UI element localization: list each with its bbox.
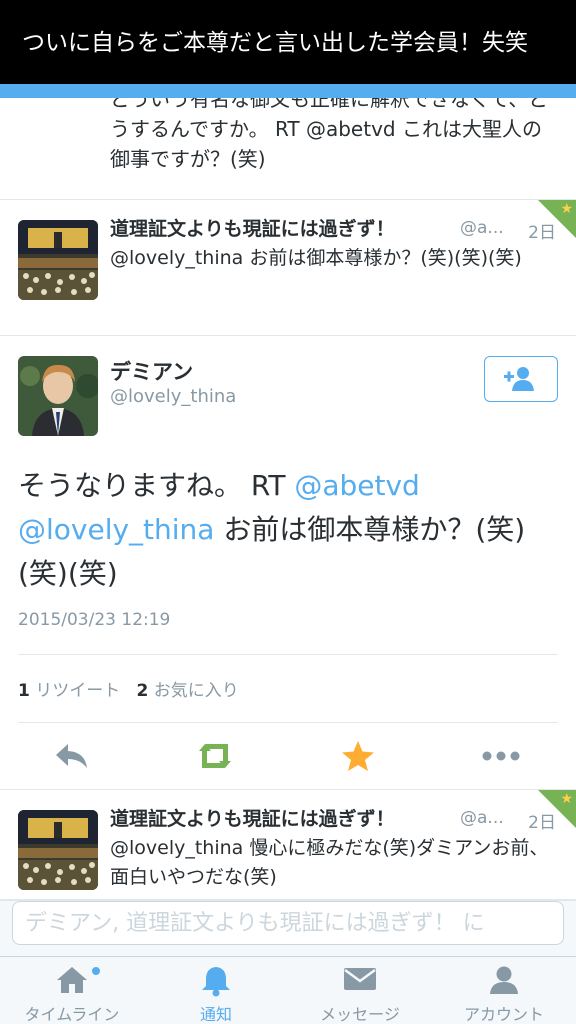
retweet-button[interactable] — [191, 736, 239, 776]
detail-tweet-text: そうなりますね。 RT @abetvd @lovely_thina お前は御本尊様… — [18, 464, 563, 596]
star-icon: ★ — [560, 791, 573, 807]
tab-timeline[interactable]: タイムライン — [0, 957, 144, 1024]
previous-tweet-text: どういう有名な御文も正確に解釈できなくて、どうするんですか。 RT @abetv… — [110, 98, 549, 171]
bell-icon — [202, 967, 230, 997]
tweet-text-part: そうなりますね。 RT — [18, 469, 295, 502]
top-accent-strip — [0, 84, 576, 98]
retweet-count[interactable]: 1 — [18, 681, 30, 701]
reply-bar — [0, 900, 576, 956]
favorite-button[interactable] — [334, 736, 382, 776]
star-icon: ★ — [560, 201, 573, 217]
reply-icon — [56, 744, 87, 768]
tab-label: タイムライン — [24, 1005, 120, 1024]
previous-tweet[interactable]: どういう有名な御文も正確に解釈できなくて、どうするんですか。 RT @abetv… — [0, 98, 576, 200]
unread-dot — [92, 967, 100, 975]
favorite-count[interactable]: 2 — [136, 681, 148, 701]
tweet-row[interactable]: 道理証文よりも現証には過ぎず！ @a... 2日 @lovely_thina 慢… — [0, 790, 576, 900]
detail-author-handle: @lovely_thina — [110, 386, 237, 407]
tab-label: メッセージ — [320, 1005, 400, 1024]
retweet-icon — [199, 744, 231, 768]
reply-button[interactable] — [48, 736, 96, 776]
tweet-stats: 1 リツイート 2 お気に入り — [18, 676, 239, 701]
tweet-row[interactable]: 道理証文よりも現証には過ぎず！ @a... 2日 @lovely_thina お… — [0, 200, 576, 336]
tab-label: アカウント — [463, 1005, 544, 1024]
envelope-icon — [344, 968, 376, 990]
divider — [18, 654, 558, 655]
divider — [18, 722, 558, 723]
tweet-text: @lovely_thina お前は御本尊様か？(笑)(笑)(笑) — [110, 247, 522, 269]
avatar[interactable] — [18, 220, 98, 300]
more-button[interactable] — [477, 736, 525, 776]
retweet-count-label[interactable]: リツイート — [35, 681, 120, 701]
follow-button[interactable] — [484, 356, 558, 402]
mention-link[interactable]: @lovely_thina — [18, 513, 214, 546]
add-user-icon — [504, 367, 534, 391]
tweet-author-name: 道理証文よりも現証には過ぎず！ — [110, 808, 395, 830]
tweet-text: @lovely_thina 慢心に極みだな(笑)ダミアンお前、面白いやつだな(笑… — [110, 837, 549, 888]
tab-label: 通知 — [199, 1005, 232, 1024]
tweet-author-name: 道理証文よりも現証には過ぎず！ — [110, 218, 395, 240]
star-icon — [342, 741, 374, 771]
more-dots-icon — [482, 751, 520, 761]
tweet-timestamp: 2015/03/23 12:19 — [18, 610, 171, 630]
person-icon — [490, 966, 518, 994]
detail-author-name: デミアン — [110, 360, 194, 384]
bottom-tab-bar: タイムライン 通知 メッセージ アカウント — [0, 956, 576, 1024]
tweet-detail: デミアン @lovely_thina そうなりますね。 RT @abetvd @l… — [0, 336, 576, 790]
mention-link[interactable]: @abetvd — [294, 469, 419, 502]
favorite-count-label[interactable]: お気に入り — [154, 681, 239, 701]
home-icon — [57, 967, 87, 993]
tab-messages[interactable]: メッセージ — [288, 957, 432, 1024]
avatar[interactable] — [18, 810, 98, 890]
tweet-author-handle: @a... — [460, 218, 504, 238]
tweet-author-handle: @a... — [460, 808, 504, 828]
tab-notifications[interactable]: 通知 — [144, 957, 288, 1024]
tab-account[interactable]: アカウント — [432, 957, 576, 1024]
reply-input[interactable] — [12, 901, 564, 945]
video-caption: ついに自らをご本尊だと言い出した学会員！失笑 — [0, 0, 576, 86]
avatar[interactable] — [18, 356, 98, 436]
